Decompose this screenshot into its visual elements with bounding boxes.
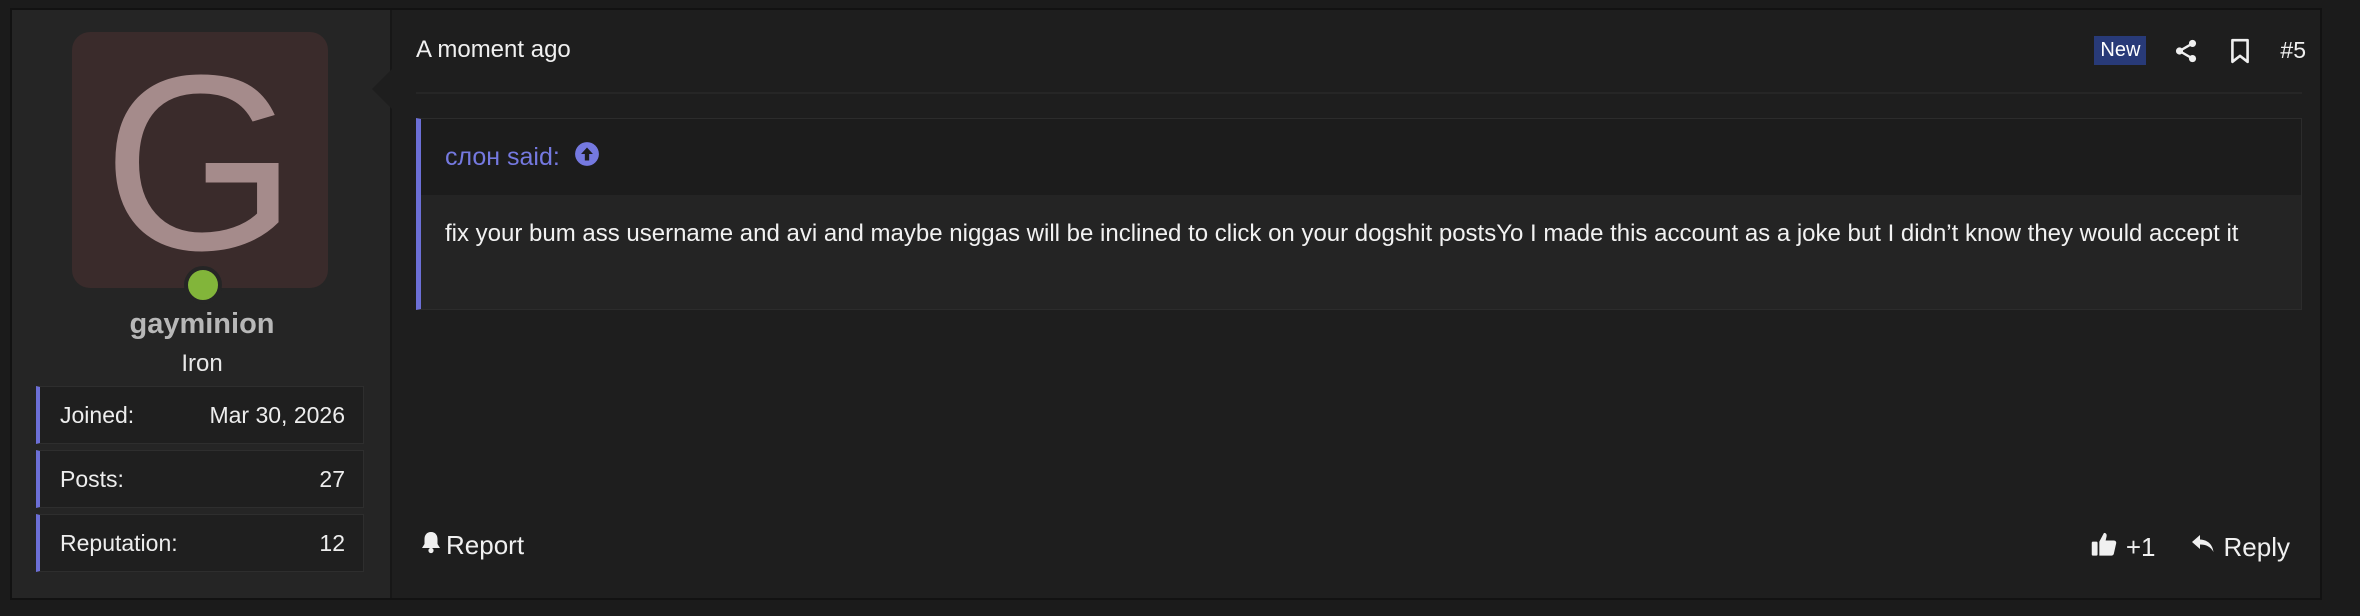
bookmark-icon[interactable] (2226, 37, 2254, 65)
share-icon[interactable] (2172, 37, 2200, 65)
reply-arrow-icon (2190, 532, 2216, 563)
quote-author[interactable]: слон said: (445, 143, 560, 172)
stat-joined: Joined: Mar 30, 2026 (36, 386, 364, 444)
stat-label: Joined: (60, 401, 135, 428)
stat-reputation: Reputation: 12 (36, 514, 364, 572)
reply-button[interactable]: Reply (2190, 532, 2290, 563)
report-button[interactable]: Report (420, 530, 524, 561)
user-rank: Iron (181, 350, 223, 377)
avatar-letter: G (102, 32, 298, 288)
stat-value: Mar 30, 2026 (209, 401, 345, 428)
new-badge: New (2094, 36, 2147, 65)
post-actions: +1 Reply (2090, 530, 2290, 565)
stat-label: Posts: (60, 465, 124, 492)
post-time[interactable]: A moment ago (416, 36, 571, 64)
thumbs-up-icon (2090, 530, 2118, 565)
avatar[interactable]: G (72, 32, 328, 288)
reply-label: Reply (2223, 532, 2290, 562)
like-button[interactable]: +1 (2090, 530, 2156, 565)
quote-text: fix your bum ass username and avi and ma… (445, 220, 2239, 247)
stat-label: Reputation: (60, 529, 178, 556)
username[interactable]: gayminion (12, 308, 392, 341)
stat-value: 12 (319, 529, 345, 556)
online-status-indicator (184, 266, 222, 304)
quote-header[interactable]: слон said: (421, 119, 2301, 195)
stat-value: 27 (319, 465, 345, 492)
sidebar-arrow (372, 67, 394, 111)
forum-post: G gayminion Iron Joined: Mar 30, 2026 Po… (10, 8, 2322, 600)
user-sidebar: G gayminion Iron Joined: Mar 30, 2026 Po… (12, 10, 394, 598)
post-meta-actions: New #5 (2094, 36, 2306, 65)
like-count: +1 (2125, 532, 2156, 562)
report-label: Report (446, 530, 525, 560)
quote-block: слон said: fix your bum ass username and… (416, 118, 2302, 310)
bell-icon (420, 530, 442, 561)
header-divider (416, 92, 2302, 94)
post-number-link[interactable]: #5 (2280, 37, 2306, 64)
stat-posts: Posts: 27 (36, 450, 364, 508)
arrow-up-circle-icon[interactable] (574, 141, 600, 174)
